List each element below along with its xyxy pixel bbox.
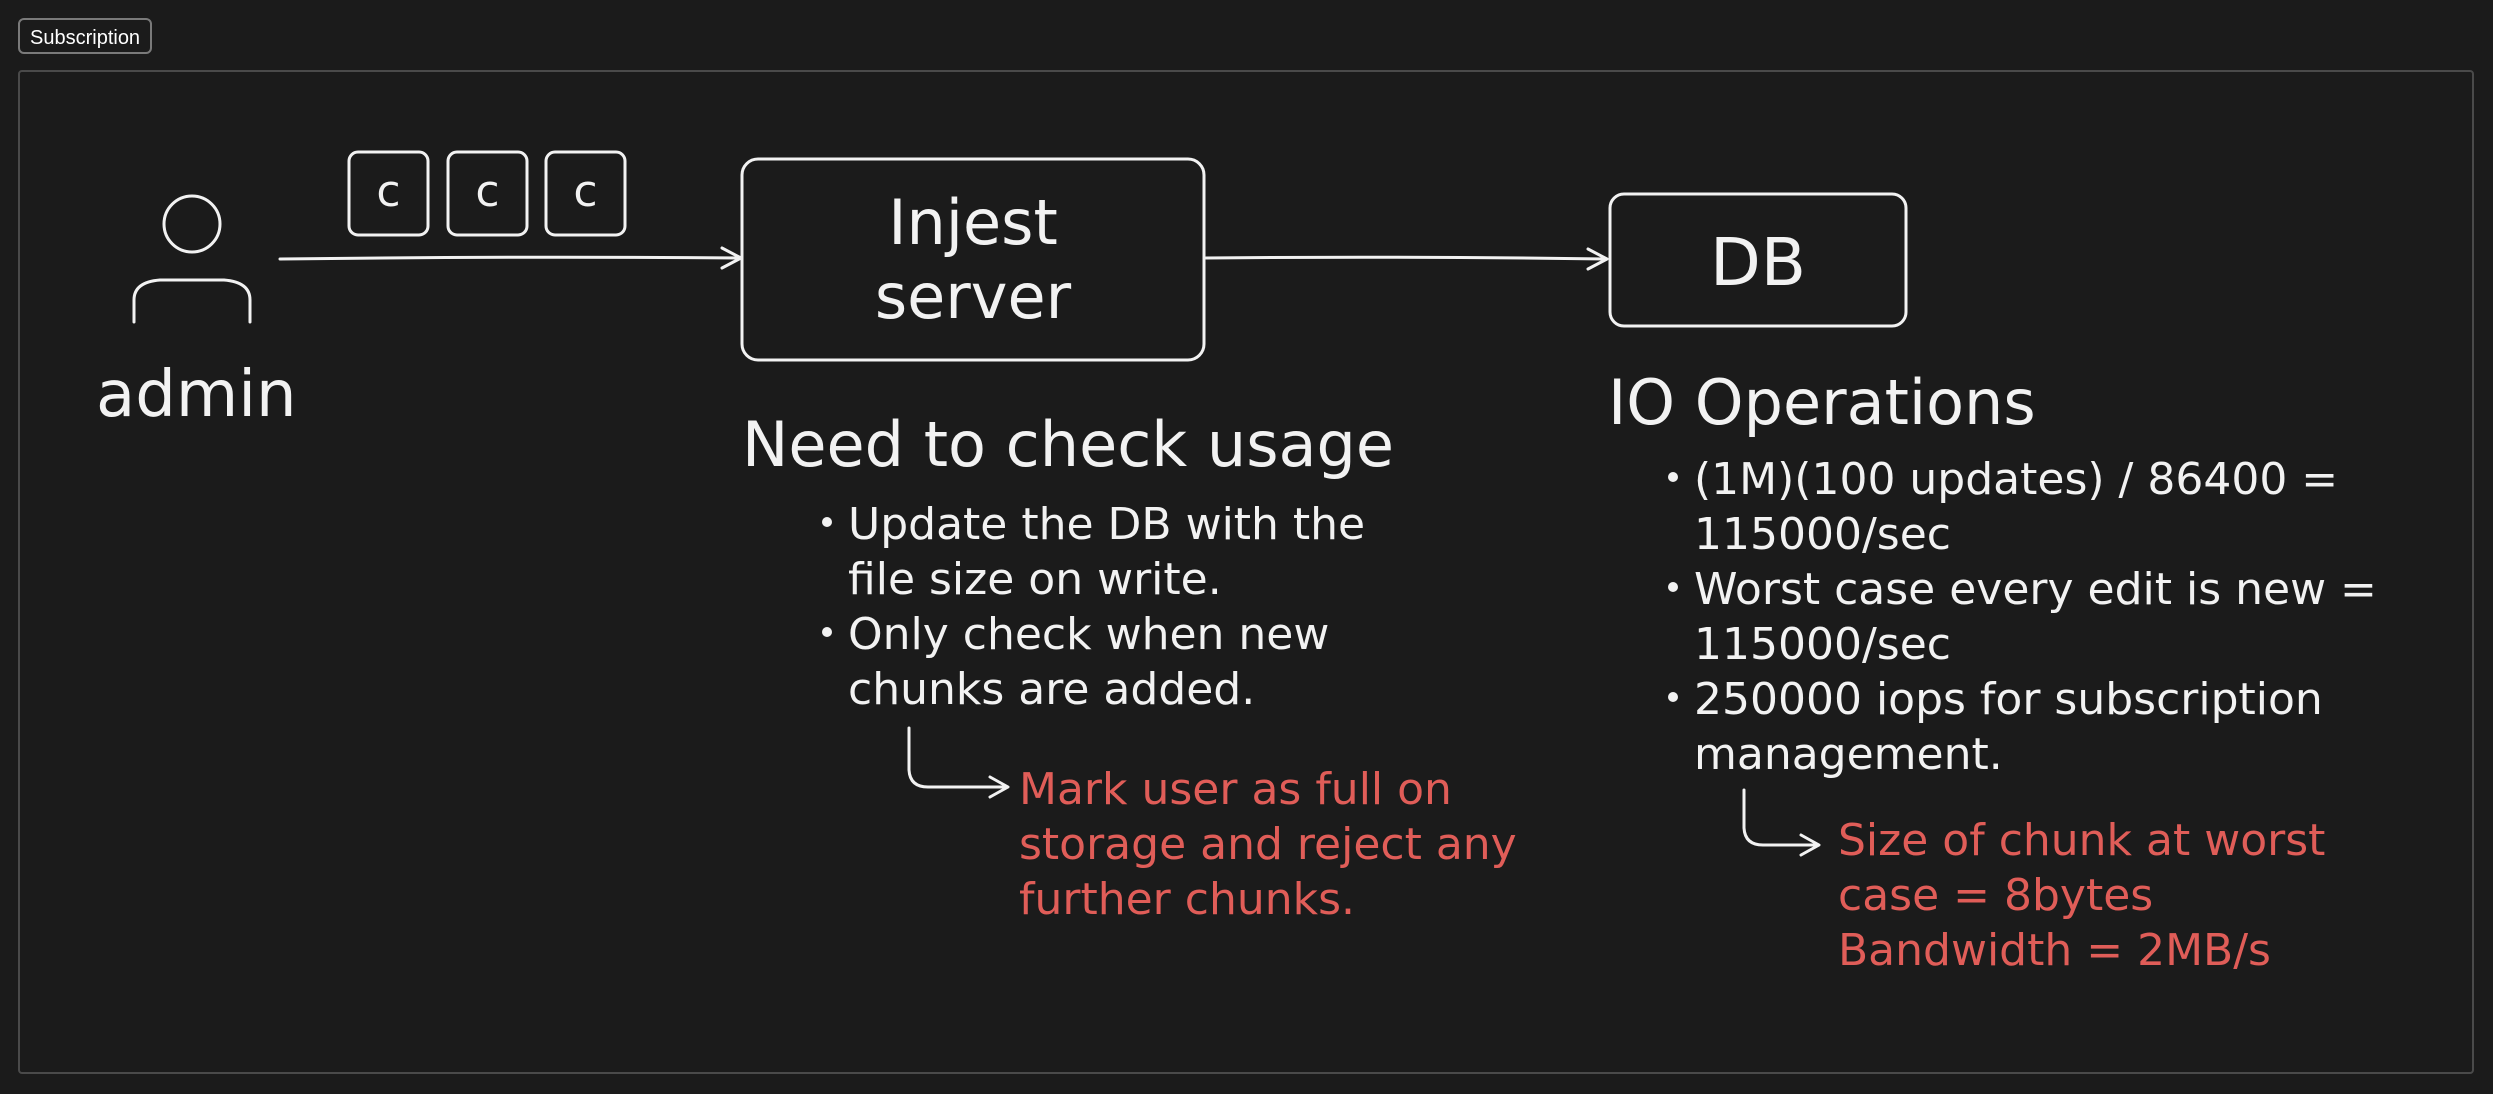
- injest-server-label-line1: Injest: [888, 186, 1058, 259]
- io-bullet-list: (1M)(100 updates) / 86400 = 115000/sec Wo…: [1664, 452, 2377, 782]
- io-bullet-1: (1M)(100 updates) / 86400 = 115000/sec: [1664, 452, 2377, 562]
- io-bullet-3: 250000 iops for subscription management.: [1664, 672, 2377, 782]
- chunk-label-3: c: [573, 166, 598, 217]
- arrow-usage-note: [907, 726, 1010, 799]
- admin-label: admin: [96, 358, 297, 432]
- arrow-io-note: [1742, 788, 1821, 857]
- arrow-injest-to-db: [1204, 247, 1609, 271]
- chunk-label-1: c: [376, 166, 401, 217]
- db-label: DB: [1709, 224, 1807, 301]
- admin-person-icon: [132, 194, 252, 324]
- usage-note: Mark user as full on storage and reject a…: [1019, 764, 1517, 925]
- usage-bullet-list: Update the DB with the file size on write…: [818, 497, 1365, 717]
- injest-server-label-line2: server: [874, 260, 1072, 333]
- io-bullet-2: Worst case every edit is new = 115000/sec: [1664, 562, 2377, 672]
- usage-bullet-1: Update the DB with the file size on write…: [818, 497, 1365, 607]
- io-title: IO Operations: [1608, 366, 2036, 439]
- chunk-label-2: c: [475, 166, 500, 217]
- usage-title: Need to check usage: [742, 408, 1394, 481]
- usage-bullet-2: Only check when new chunks are added.: [818, 607, 1365, 717]
- arrow-admin-to-injest: [278, 246, 743, 270]
- io-note: Size of chunk at worst case = 8bytes Bandw…: [1838, 815, 2326, 976]
